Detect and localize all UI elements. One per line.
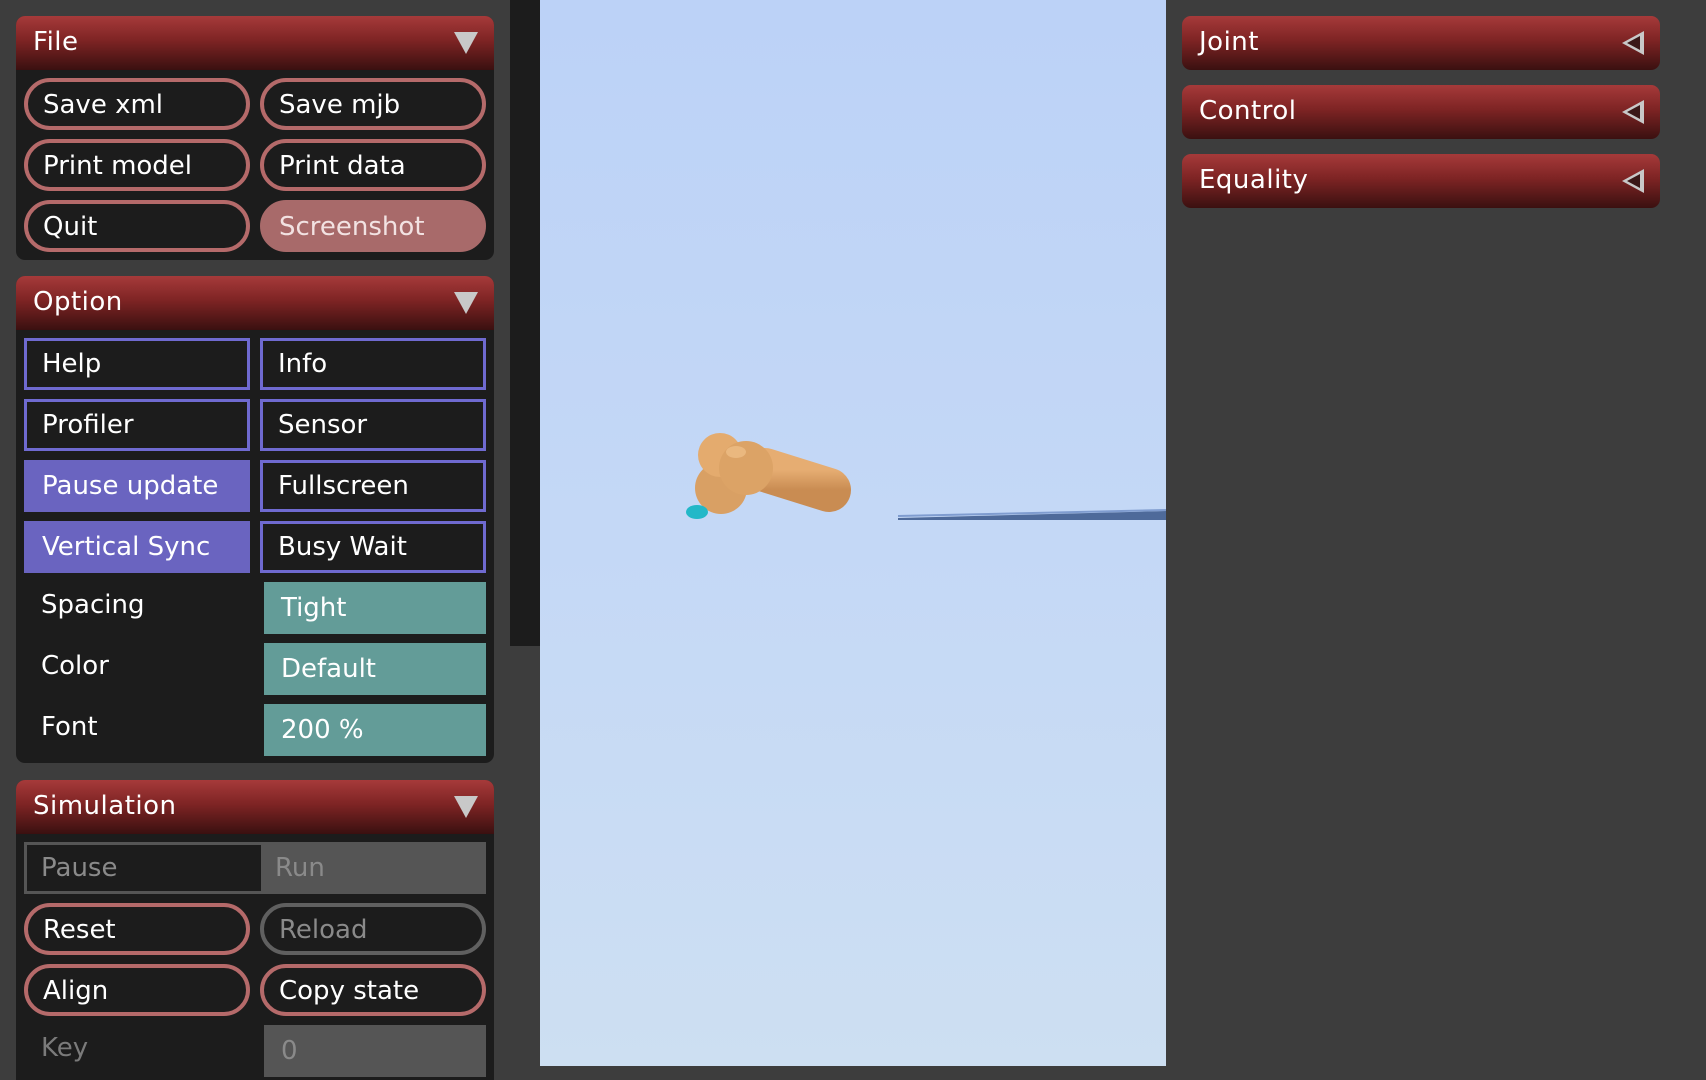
key-label: Key	[41, 1033, 89, 1063]
pause-radio-option[interactable]: Pause	[27, 845, 261, 891]
file-panel-title: File	[33, 27, 79, 57]
save-mjb-button[interactable]: Save mjb	[260, 78, 486, 130]
equality-panel-header[interactable]: Equality	[1182, 154, 1660, 208]
expand-arrow-icon	[1622, 31, 1644, 55]
file-panel-header[interactable]: File	[16, 16, 494, 70]
simulation-panel: Simulation Pause Run Reset Reload Align …	[16, 780, 494, 1080]
marker-site	[686, 505, 708, 519]
left-ui-column: File Save xml Save mjb Print model Print…	[0, 0, 511, 1080]
color-select[interactable]: Default	[264, 643, 486, 695]
reload-button[interactable]: Reload	[260, 903, 486, 955]
left-scrollbar[interactable]	[510, 0, 540, 646]
file-panel: File Save xml Save mjb Print model Print…	[16, 16, 494, 260]
joint-panel-title: Joint	[1199, 27, 1259, 57]
3d-viewport[interactable]	[540, 0, 1166, 1066]
print-model-button[interactable]: Print model	[24, 139, 250, 191]
help-toggle[interactable]: Help	[24, 338, 250, 390]
expand-arrow-icon	[1622, 169, 1644, 193]
option-panel-header[interactable]: Option	[16, 276, 494, 330]
option-panel-title: Option	[33, 287, 123, 317]
run-radio-option[interactable]: Run	[261, 845, 483, 891]
equality-panel-title: Equality	[1199, 165, 1309, 195]
profiler-toggle[interactable]: Profiler	[24, 399, 250, 451]
sensor-toggle[interactable]: Sensor	[260, 399, 486, 451]
right-ui-column: Joint Control Equality	[1166, 0, 1706, 1066]
spacing-label: Spacing	[41, 590, 145, 620]
quit-button[interactable]: Quit	[24, 200, 250, 252]
font-label: Font	[41, 712, 98, 742]
control-panel-title: Control	[1199, 96, 1297, 126]
spacing-select[interactable]: Tight	[264, 582, 486, 634]
copy-state-button[interactable]: Copy state	[260, 964, 486, 1016]
collapse-arrow-icon	[454, 796, 478, 818]
busy-wait-toggle[interactable]: Busy Wait	[260, 521, 486, 573]
collapse-arrow-icon	[454, 32, 478, 54]
color-label: Color	[41, 651, 109, 681]
body-highlight	[726, 446, 746, 458]
option-panel: Option Help Info Profiler Sensor Pause u…	[16, 276, 494, 763]
run-mode-radio[interactable]: Pause Run	[24, 842, 486, 894]
screenshot-button[interactable]: Screenshot	[260, 200, 486, 252]
font-select[interactable]: 200 %	[264, 704, 486, 756]
control-panel-header[interactable]: Control	[1182, 85, 1660, 139]
info-toggle[interactable]: Info	[260, 338, 486, 390]
save-xml-button[interactable]: Save xml	[24, 78, 250, 130]
expand-arrow-icon	[1622, 100, 1644, 124]
align-button[interactable]: Align	[24, 964, 250, 1016]
joint-panel-header[interactable]: Joint	[1182, 16, 1660, 70]
simulation-panel-title: Simulation	[33, 791, 177, 821]
body-limb	[743, 448, 851, 512]
scene-render	[686, 433, 1166, 520]
body-part	[719, 441, 773, 495]
reset-button[interactable]: Reset	[24, 903, 250, 955]
vertical-sync-toggle[interactable]: Vertical Sync	[24, 521, 250, 573]
collapse-arrow-icon	[454, 292, 478, 314]
key-slider[interactable]: 0	[264, 1025, 486, 1077]
pause-update-toggle[interactable]: Pause update	[24, 460, 250, 512]
fullscreen-toggle[interactable]: Fullscreen	[260, 460, 486, 512]
simulation-panel-header[interactable]: Simulation	[16, 780, 494, 834]
print-data-button[interactable]: Print data	[260, 139, 486, 191]
